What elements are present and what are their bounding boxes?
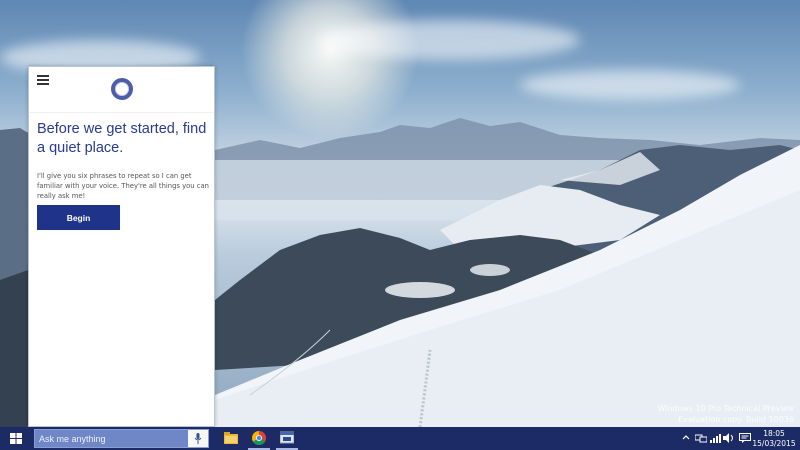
taskbar-chrome[interactable] <box>245 427 273 450</box>
chevron-up-icon <box>682 435 690 440</box>
volume-icon <box>723 433 733 443</box>
search-input[interactable] <box>35 430 187 447</box>
cortana-panel: Before we get started, find a quiet plac… <box>28 66 215 427</box>
cortana-ring-icon <box>111 78 133 100</box>
microphone-icon <box>194 433 202 444</box>
wifi-tray[interactable] <box>708 427 722 450</box>
taskbar-app[interactable] <box>273 427 301 450</box>
clock-date: 15/03/2015 <box>752 438 796 448</box>
cortana-instructions: I'll give you six phrases to repeat so I… <box>37 172 209 200</box>
cortana-heading: Before we get started, find a quiet plac… <box>37 121 207 156</box>
chrome-icon <box>252 431 266 445</box>
watermark-line-1: Windows 10 Pro Technical Preview <box>657 404 794 413</box>
taskbar: 18:05 15/03/2015 <box>0 427 800 450</box>
hamburger-menu-icon[interactable] <box>37 75 49 85</box>
taskbar-file-explorer[interactable] <box>217 427 245 450</box>
notifications-icon <box>739 433 751 443</box>
evaluation-watermark: Windows 10 Pro Technical Preview Evaluat… <box>657 403 794 425</box>
show-hidden-icons[interactable] <box>680 427 694 450</box>
microphone-button[interactable] <box>188 430 208 447</box>
volume-tray[interactable] <box>722 427 736 450</box>
network-icon <box>695 434 707 443</box>
file-explorer-icon <box>224 432 238 444</box>
clock-time: 18:05 <box>763 429 785 438</box>
search-box <box>34 429 209 448</box>
network-tray[interactable] <box>694 427 708 450</box>
wifi-icon <box>710 434 721 443</box>
taskbar-clock[interactable]: 18:05 15/03/2015 <box>752 429 796 448</box>
app-window-icon <box>280 431 294 444</box>
begin-button[interactable]: Begin <box>37 205 120 230</box>
windows-logo-icon <box>10 433 22 444</box>
notifications-tray[interactable] <box>738 427 752 450</box>
watermark-line-2: Evaluation copy. Build 10036 <box>678 415 794 424</box>
start-button[interactable] <box>0 427 32 450</box>
divider <box>29 112 214 113</box>
